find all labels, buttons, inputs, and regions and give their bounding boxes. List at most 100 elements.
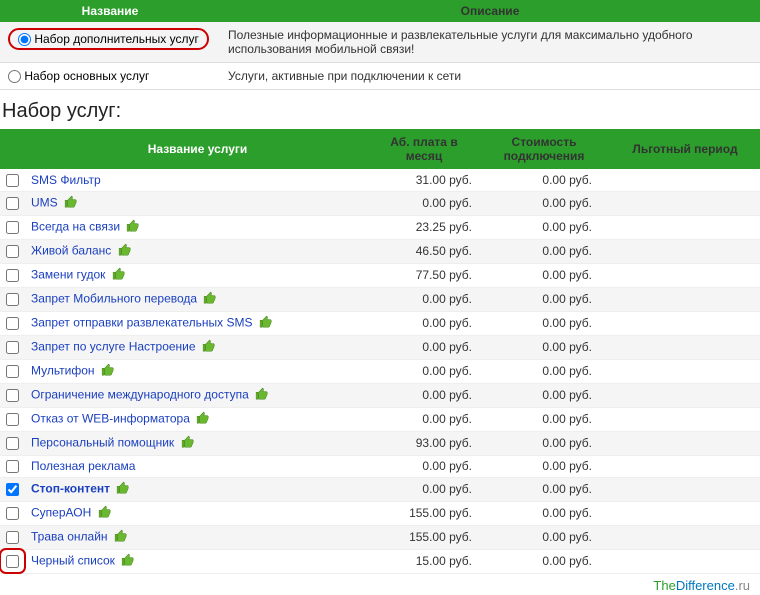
service-checkbox[interactable] <box>6 437 19 450</box>
service-link[interactable]: Живой баланс <box>31 244 111 258</box>
service-row: SMS Фильтр31.00 руб.0.00 руб. <box>0 169 760 191</box>
service-check-cell <box>0 549 25 573</box>
service-fee: 0.00 руб. <box>370 455 490 477</box>
brand-part-c: .ru <box>735 578 750 593</box>
service-checkbox[interactable] <box>6 413 19 426</box>
service-period <box>610 407 760 431</box>
service-checkbox[interactable] <box>6 389 19 402</box>
service-link[interactable]: Персональный помощник <box>31 436 174 450</box>
service-fee: 0.00 руб. <box>370 335 490 359</box>
category-name-cell: Набор дополнительных услуг <box>0 22 220 63</box>
service-check-cell <box>0 455 25 477</box>
thumbs-up-icon <box>181 435 195 452</box>
category-desc: Услуги, активные при подключении к сети <box>220 63 760 90</box>
service-link[interactable]: Запрет Мобильного перевода <box>31 292 197 306</box>
service-fee: 155.00 руб. <box>370 501 490 525</box>
service-checkbox[interactable] <box>6 507 19 520</box>
service-fee: 23.25 руб. <box>370 215 490 239</box>
service-cost: 0.00 руб. <box>490 287 610 311</box>
service-row: Полезная реклама 0.00 руб.0.00 руб. <box>0 455 760 477</box>
service-checkbox[interactable] <box>6 555 19 568</box>
service-check-cell <box>0 191 25 215</box>
service-fee: 93.00 руб. <box>370 431 490 455</box>
service-row: Запрет по услуге Настроение 0.00 руб.0.0… <box>0 335 760 359</box>
service-link[interactable]: Стоп-контент <box>31 482 110 496</box>
service-fee: 0.00 руб. <box>370 383 490 407</box>
thumbs-up-icon <box>98 505 112 522</box>
thumbs-up-icon <box>255 387 269 404</box>
service-checkbox[interactable] <box>6 531 19 544</box>
service-period <box>610 549 760 573</box>
service-link[interactable]: Ограничение международного доступа <box>31 388 249 402</box>
service-checkbox[interactable] <box>6 460 19 473</box>
service-row: Персональный помощник 93.00 руб.0.00 руб… <box>0 431 760 455</box>
category-name-label: Набор основных услуг <box>21 69 149 83</box>
service-name-cell: Черный список <box>25 549 370 573</box>
service-checkbox[interactable] <box>6 221 19 234</box>
service-link[interactable]: Трава онлайн <box>31 530 108 544</box>
service-cost: 0.00 руб. <box>490 549 610 573</box>
service-checkbox[interactable] <box>6 293 19 306</box>
service-check-cell <box>0 359 25 383</box>
services-table: Название услуги Аб. плата в месяц Стоимо… <box>0 129 760 574</box>
services-header-check <box>0 129 25 169</box>
category-radio[interactable] <box>18 33 31 46</box>
service-link[interactable]: SMS Фильтр <box>31 173 101 187</box>
service-link[interactable]: СуперАОН <box>31 506 91 520</box>
service-check-cell <box>0 311 25 335</box>
service-checkbox[interactable] <box>6 483 19 496</box>
service-name-cell: Мультифон <box>25 359 370 383</box>
service-checkbox[interactable] <box>6 197 19 210</box>
service-checkbox[interactable] <box>6 174 19 187</box>
service-row: Трава онлайн 155.00 руб.0.00 руб. <box>0 525 760 549</box>
category-name-label: Набор дополнительных услуг <box>31 32 199 46</box>
footer-brand: TheDifference.ru <box>0 574 760 595</box>
section-title: Набор услуг: <box>2 100 760 123</box>
service-check-cell <box>0 169 25 191</box>
category-radio[interactable] <box>8 70 21 83</box>
service-link[interactable]: Замени гудок <box>31 268 105 282</box>
service-check-cell <box>0 263 25 287</box>
service-link[interactable]: Отказ от WEB-информатора <box>31 412 190 426</box>
service-link[interactable]: Запрет по услуге Настроение <box>31 340 196 354</box>
service-name-cell: Запрет Мобильного перевода <box>25 287 370 311</box>
service-link[interactable]: Мультифон <box>31 364 95 378</box>
service-fee: 0.00 руб. <box>370 359 490 383</box>
thumbs-up-icon <box>259 315 273 332</box>
thumbs-up-icon <box>126 219 140 236</box>
service-fee: 0.00 руб. <box>370 477 490 501</box>
service-link[interactable]: UMS <box>31 196 58 210</box>
service-link[interactable]: Запрет отправки развлекательных SMS <box>31 316 253 330</box>
service-check-cell <box>0 335 25 359</box>
service-checkbox[interactable] <box>6 269 19 282</box>
services-header-row: Название услуги Аб. плата в месяц Стоимо… <box>0 129 760 169</box>
service-link[interactable]: Полезная реклама <box>31 459 135 473</box>
service-check-cell <box>0 383 25 407</box>
category-header-row: Название Описание <box>0 0 760 22</box>
service-check-cell <box>0 431 25 455</box>
service-period <box>610 169 760 191</box>
thumbs-up-icon <box>118 243 132 260</box>
brand-part-a: The <box>653 578 675 593</box>
service-row: Мультифон 0.00 руб.0.00 руб. <box>0 359 760 383</box>
service-check-cell <box>0 477 25 501</box>
service-period <box>610 525 760 549</box>
service-checkbox[interactable] <box>6 341 19 354</box>
service-period <box>610 215 760 239</box>
service-link[interactable]: Черный список <box>31 554 115 568</box>
service-checkbox[interactable] <box>6 365 19 378</box>
service-cost: 0.00 руб. <box>490 525 610 549</box>
service-row: Черный список 15.00 руб.0.00 руб. <box>0 549 760 573</box>
service-period <box>610 335 760 359</box>
category-header-desc: Описание <box>220 0 760 22</box>
thumbs-up-icon <box>203 291 217 308</box>
service-link[interactable]: Всегда на связи <box>31 220 120 234</box>
service-checkbox[interactable] <box>6 245 19 258</box>
service-checkbox[interactable] <box>6 317 19 330</box>
service-row: Стоп-контент 0.00 руб.0.00 руб. <box>0 477 760 501</box>
thumbs-up-icon <box>101 363 115 380</box>
thumbs-up-icon <box>202 339 216 356</box>
service-cost: 0.00 руб. <box>490 455 610 477</box>
category-desc: Полезные информационные и развлекательны… <box>220 22 760 63</box>
service-period <box>610 383 760 407</box>
